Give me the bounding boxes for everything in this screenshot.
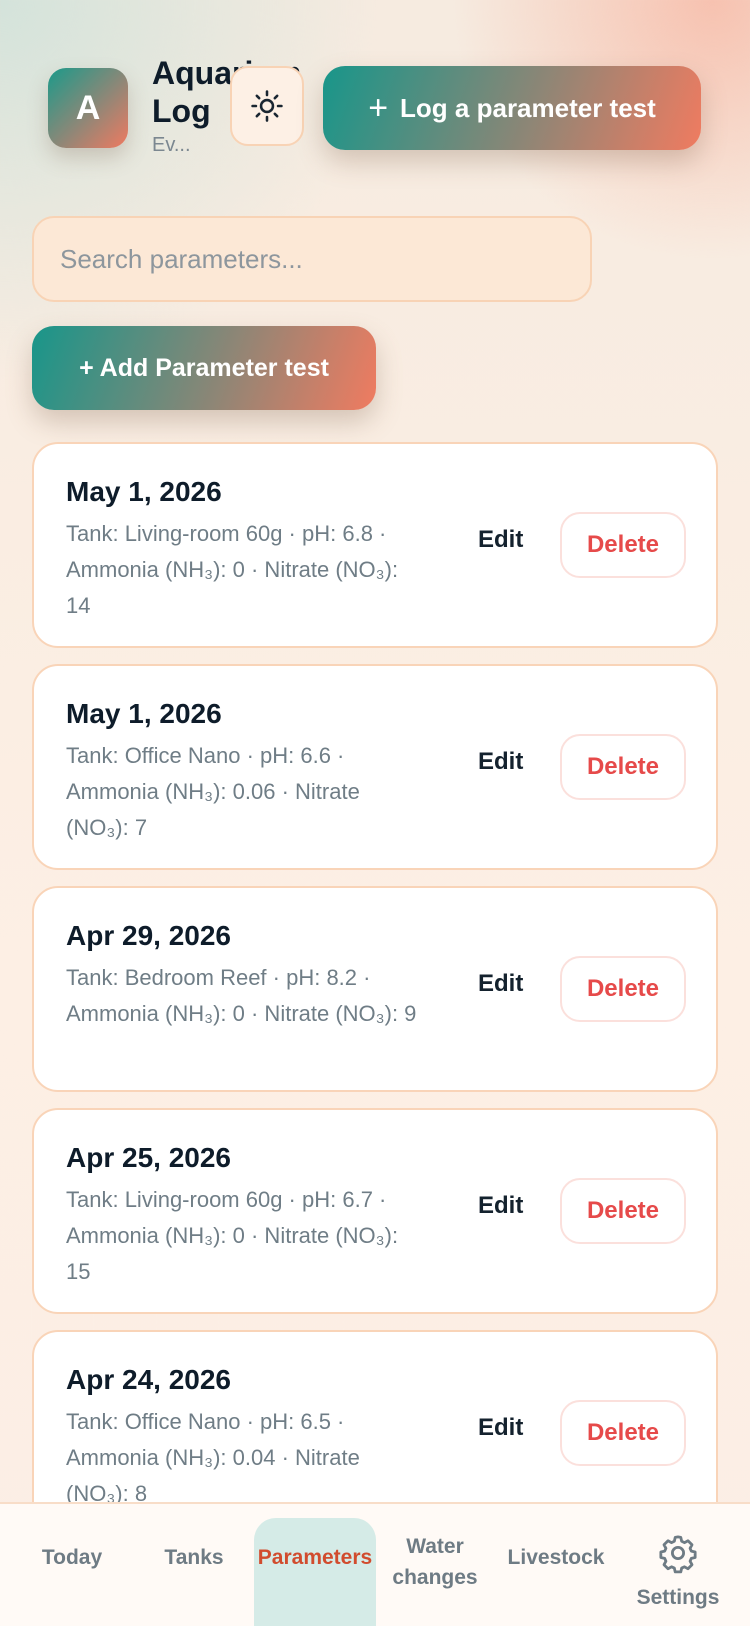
sun-icon bbox=[251, 90, 283, 122]
avatar: A bbox=[48, 68, 128, 148]
list-item: Apr 25, 2026 Tank: Living-room 60g · pH:… bbox=[32, 1108, 718, 1314]
search-field[interactable] bbox=[32, 216, 592, 302]
entry-detail: Tank: Office Nano · pH: 6.6 · Ammonia (N… bbox=[66, 743, 360, 840]
theme-toggle-button[interactable] bbox=[230, 66, 304, 146]
add-parameter-test-button[interactable]: + Add Parameter test bbox=[32, 326, 376, 410]
app-subtitle: Ev... bbox=[152, 134, 191, 156]
edit-button[interactable]: Edit bbox=[478, 748, 523, 776]
tab-water-changes[interactable]: Water changes bbox=[384, 1504, 486, 1626]
entry-detail: Tank: Office Nano · pH: 6.5 · Ammonia (N… bbox=[66, 1409, 360, 1506]
app-header: A Aquarium Log Ev... + Log a parameter t… bbox=[0, 0, 750, 190]
list-item: May 1, 2026 Tank: Office Nano · pH: 6.6 … bbox=[32, 664, 718, 870]
list-item: May 1, 2026 Tank: Living-room 60g · pH: … bbox=[32, 442, 718, 648]
tab-today-label: Today bbox=[41, 1546, 103, 1569]
entry-date: Apr 25, 2026 bbox=[66, 1142, 231, 1173]
tab-settings[interactable]: Settings bbox=[624, 1504, 732, 1626]
entry-date: May 1, 2026 bbox=[66, 698, 222, 729]
tab-settings-label: Settings bbox=[636, 1586, 720, 1609]
delete-button[interactable]: Delete bbox=[560, 1400, 686, 1466]
edit-button[interactable]: Edit bbox=[478, 1192, 523, 1220]
edit-button[interactable]: Edit bbox=[478, 526, 523, 554]
entry-date: Apr 24, 2026 bbox=[66, 1364, 231, 1395]
tab-water-changes-label: Water changes bbox=[392, 1535, 478, 1589]
plus-icon: + bbox=[368, 89, 389, 127]
tab-livestock-label: Livestock bbox=[507, 1546, 605, 1569]
tab-today[interactable]: Today bbox=[24, 1504, 120, 1626]
delete-button[interactable]: Delete bbox=[560, 734, 686, 800]
tab-livestock[interactable]: Livestock bbox=[500, 1504, 612, 1626]
delete-button[interactable]: Delete bbox=[560, 512, 686, 578]
bottom-nav: Today Tanks Parameters Water changes Liv… bbox=[0, 1502, 750, 1626]
tab-parameters-label: Parameters bbox=[257, 1546, 373, 1569]
edit-button[interactable]: Edit bbox=[478, 1414, 523, 1442]
gear-icon bbox=[659, 1535, 697, 1574]
delete-button[interactable]: Delete bbox=[560, 956, 686, 1022]
entry-detail: Tank: Bedroom Reef · pH: 8.2 · Ammonia (… bbox=[66, 965, 417, 1026]
list-item: Apr 29, 2026 Tank: Bedroom Reef · pH: 8.… bbox=[32, 886, 718, 1092]
tab-tanks[interactable]: Tanks bbox=[146, 1504, 242, 1626]
entry-detail: Tank: Living-room 60g · pH: 6.8 · Ammoni… bbox=[66, 521, 399, 618]
parameter-test-list: May 1, 2026 Tank: Living-room 60g · pH: … bbox=[32, 442, 718, 1552]
entry-date: Apr 29, 2026 bbox=[66, 920, 231, 951]
tab-tanks-label: Tanks bbox=[164, 1546, 224, 1569]
tab-parameters[interactable]: Parameters bbox=[254, 1504, 376, 1626]
log-parameter-test-label: Log a parameter test bbox=[400, 92, 656, 123]
edit-button[interactable]: Edit bbox=[478, 970, 523, 998]
entry-detail: Tank: Living-room 60g · pH: 6.7 · Ammoni… bbox=[66, 1187, 399, 1284]
log-parameter-test-button[interactable]: + Log a parameter test bbox=[323, 66, 701, 150]
entry-date: May 1, 2026 bbox=[66, 476, 222, 507]
delete-button[interactable]: Delete bbox=[560, 1178, 686, 1244]
search-input[interactable] bbox=[58, 242, 566, 276]
